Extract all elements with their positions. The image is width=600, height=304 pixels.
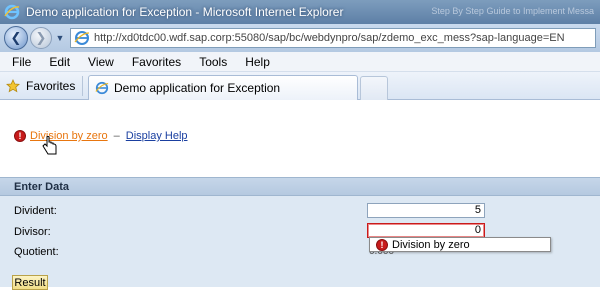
divisor-value: 0 [474, 224, 481, 236]
forward-button[interactable]: ❯ [30, 27, 52, 49]
window-title-bar: Demo application for Exception - Microso… [0, 0, 600, 24]
display-help-link[interactable]: Display Help [126, 130, 188, 142]
back-button[interactable]: ❮ [4, 26, 28, 50]
divisor-input[interactable]: 0 [367, 223, 485, 238]
address-url[interactable]: http://xd0tdc00.wdf.sap.corp:55080/sap/b… [94, 32, 565, 44]
message-separator: – [113, 130, 120, 142]
new-tab-button[interactable] [360, 76, 388, 100]
forward-arrow-icon: ❯ [35, 30, 47, 45]
tooltip-error-icon: ! [376, 238, 388, 251]
result-button-label: Result [14, 276, 46, 289]
page-icon [74, 31, 90, 45]
menu-edit[interactable]: Edit [49, 55, 70, 69]
ie-logo-icon [4, 4, 20, 20]
tab-separator [82, 76, 83, 96]
error-tooltip: ! Division by zero [369, 237, 551, 252]
favorites-button[interactable]: Favorites [6, 77, 75, 95]
result-button[interactable]: Result [12, 275, 48, 290]
favorites-label: Favorites [26, 79, 76, 93]
enter-data-panel: Enter Data Divident: 5 Divisor: 0 Quotie… [0, 177, 600, 287]
menu-help[interactable]: Help [245, 55, 270, 69]
tab-bar: Favorites Demo application for Exception [0, 72, 600, 100]
menu-favorites[interactable]: Favorites [132, 55, 181, 69]
favorites-star-icon [6, 79, 20, 93]
tooltip-text: Division by zero [392, 238, 470, 251]
quotient-label: Quotient: [14, 246, 59, 258]
hand-cursor-icon [42, 136, 57, 155]
dividend-label: Divident: [14, 205, 57, 217]
history-dropdown-icon[interactable]: ▼ [54, 33, 66, 43]
panel-title: Enter Data [0, 178, 600, 196]
divisor-label: Divisor: [14, 226, 51, 238]
page-content: ! Division by zero – Display Help Enter … [0, 100, 600, 304]
error-icon: ! [14, 130, 26, 142]
window-title: Demo application for Exception - Microso… [26, 5, 344, 19]
back-arrow-icon: ❮ [10, 30, 22, 45]
dividend-input[interactable]: 5 [367, 203, 485, 218]
background-window-title: Step By Step Guide to Implement Messa [431, 6, 594, 16]
menu-view[interactable]: View [88, 55, 114, 69]
menu-bar: File Edit View Favorites Tools Help [0, 52, 600, 72]
message-area: ! Division by zero – Display Help [14, 130, 188, 142]
tab-demo-application[interactable]: Demo application for Exception [88, 75, 358, 100]
address-bar[interactable]: http://xd0tdc00.wdf.sap.corp:55080/sap/b… [70, 28, 596, 48]
menu-tools[interactable]: Tools [199, 55, 227, 69]
menu-file[interactable]: File [12, 55, 31, 69]
tab-page-icon [95, 81, 109, 95]
tab-label: Demo application for Exception [114, 81, 281, 95]
navigation-bar: ❮ ❯ ▼ http://xd0tdc00.wdf.sap.corp:55080… [0, 24, 600, 52]
